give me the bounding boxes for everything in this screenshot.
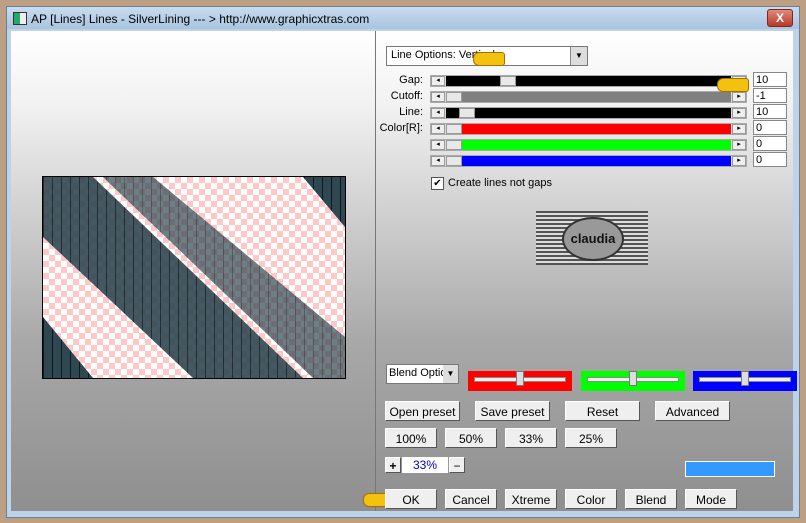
color-button[interactable]: Color <box>565 489 617 509</box>
arrow-right-icon[interactable]: ▸ <box>732 124 746 134</box>
zoom-25-button[interactable]: 25% <box>565 428 617 448</box>
slider-thumb[interactable] <box>446 156 462 166</box>
mode-button[interactable]: Mode <box>685 489 737 509</box>
pointer-hand-icon <box>473 52 505 66</box>
zoom-value-field[interactable]: 33% <box>402 457 448 473</box>
slider-2[interactable]: ◂ ▸ <box>430 107 747 119</box>
arrow-left-icon[interactable]: ◂ <box>431 108 445 118</box>
close-button[interactable]: X <box>767 9 793 27</box>
slider-fill <box>446 108 731 118</box>
slider-value[interactable]: 0 <box>753 120 787 135</box>
ok-button[interactable]: OK <box>385 489 437 509</box>
slider-4[interactable]: ◂ ▸ <box>430 139 747 151</box>
blue-blend-slider[interactable] <box>693 371 797 391</box>
slider-value[interactable]: -1 <box>753 88 787 103</box>
arrow-right-icon[interactable]: ▸ <box>732 156 746 166</box>
reset-button[interactable]: Reset <box>565 401 640 421</box>
advanced-button[interactable]: Advanced <box>655 401 730 421</box>
save-preset-button[interactable]: Save preset <box>475 401 550 421</box>
arrow-right-icon[interactable]: ▸ <box>732 92 746 102</box>
chevron-down-icon: ▼ <box>443 365 458 383</box>
slider-label: Color[R]: <box>379 122 423 134</box>
zoom-100-button[interactable]: 100% <box>385 428 437 448</box>
slider-label: Line: <box>399 106 423 118</box>
slider-5[interactable]: ◂ ▸ <box>430 155 747 167</box>
app-icon <box>13 12 27 25</box>
slider-label: Cutoff: <box>390 90 423 102</box>
slider-thumb[interactable] <box>446 92 462 102</box>
slider-value[interactable]: 0 <box>753 136 787 151</box>
panel-divider <box>375 31 376 511</box>
cancel-button[interactable]: Cancel <box>445 489 497 509</box>
window-title: AP [Lines] Lines - SilverLining --- > ht… <box>31 12 370 26</box>
logo-text: claudia <box>562 217 624 261</box>
slider-0[interactable]: ◂ ▸ <box>430 75 747 87</box>
slider-1[interactable]: ◂ ▸ <box>430 91 747 103</box>
slider-value[interactable]: 0 <box>753 152 787 167</box>
xtreme-button[interactable]: Xtreme <box>505 489 557 509</box>
slider-thumb[interactable] <box>446 124 462 134</box>
zoom-in-button[interactable]: + <box>385 457 401 473</box>
pointer-hand-icon <box>717 78 749 92</box>
slider-3[interactable]: ◂ ▸ <box>430 123 747 135</box>
slider-thumb[interactable] <box>499 76 516 86</box>
chevron-down-icon: ▼ <box>570 47 587 65</box>
zoom-33-button[interactable]: 33% <box>505 428 557 448</box>
checkbox-label: Create lines not gaps <box>448 177 552 189</box>
blend-options-dropdown[interactable]: Blend Optio ▼ <box>386 364 459 384</box>
slider-fill <box>446 156 731 166</box>
arrow-left-icon[interactable]: ◂ <box>431 92 445 102</box>
slider-thumb[interactable] <box>446 140 462 150</box>
slider-fill <box>446 124 731 134</box>
slider-thumb[interactable] <box>459 108 476 118</box>
color-swatch[interactable] <box>685 461 775 477</box>
green-blend-slider[interactable] <box>581 371 685 391</box>
zoom-out-button[interactable]: − <box>449 457 465 473</box>
arrow-left-icon[interactable]: ◂ <box>431 140 445 150</box>
arrow-left-icon[interactable]: ◂ <box>431 76 445 86</box>
zoom-50-button[interactable]: 50% <box>445 428 497 448</box>
arrow-left-icon[interactable]: ◂ <box>431 156 445 166</box>
blend-dropdown-value: Blend Optio <box>389 367 447 379</box>
preview-image <box>42 176 346 379</box>
plugin-window: AP [Lines] Lines - SilverLining --- > ht… <box>6 6 800 518</box>
slider-value[interactable]: 10 <box>753 104 787 119</box>
arrow-left-icon[interactable]: ◂ <box>431 124 445 134</box>
slider-fill <box>446 76 731 86</box>
slider-value[interactable]: 10 <box>753 72 787 87</box>
checkmark-icon: ✔ <box>431 177 444 190</box>
slider-label: Gap: <box>399 74 423 86</box>
slider-fill <box>446 140 731 150</box>
arrow-right-icon[interactable]: ▸ <box>732 140 746 150</box>
dialog-body: Line Options: Vertical ▼ Gap: ◂ ▸ 10Cuto… <box>11 31 797 511</box>
red-blend-slider[interactable] <box>468 371 572 391</box>
title-bar: AP [Lines] Lines - SilverLining --- > ht… <box>7 7 799 29</box>
arrow-right-icon[interactable]: ▸ <box>732 108 746 118</box>
blend-button[interactable]: Blend <box>625 489 677 509</box>
logo: claudia <box>536 211 648 265</box>
slider-fill <box>446 92 731 102</box>
open-preset-button[interactable]: Open preset <box>385 401 460 421</box>
